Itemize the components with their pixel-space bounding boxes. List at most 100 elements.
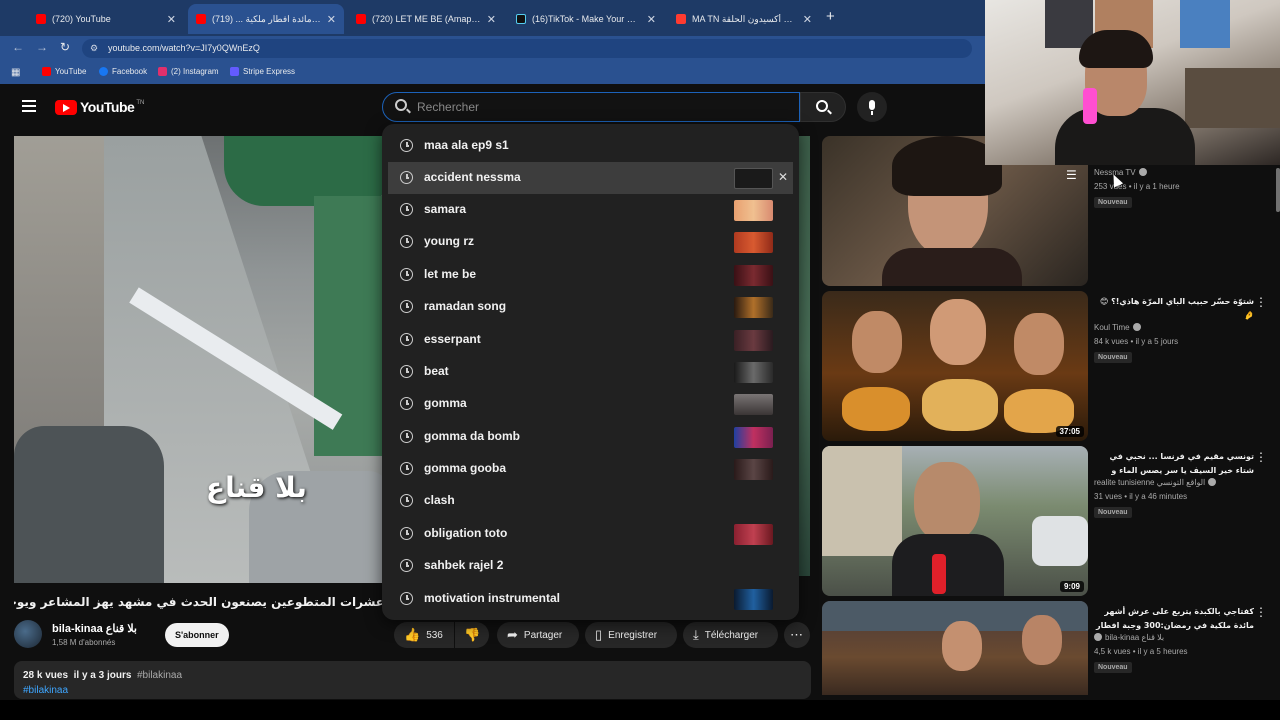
history-icon <box>400 139 413 152</box>
recommended-video[interactable]: 9:09 تونسي مقيم في فرنسا ... نحبي في شتا… <box>822 446 1278 596</box>
new-tab-button[interactable]: + <box>826 8 835 25</box>
recommended-video[interactable]: كفتاجي بالكبدة يتربع على عرش أشهر مائدة … <box>822 601 1278 695</box>
suggestion-item[interactable]: esserpant <box>388 324 793 356</box>
suggestion-item[interactable]: young rz <box>388 226 793 258</box>
channel-name[interactable]: bila-kinaa بلا قناع <box>52 622 137 635</box>
suggestion-thumbnail <box>734 459 773 480</box>
site-info-icon[interactable]: ⚙ <box>90 39 98 58</box>
share-button[interactable]: ➦ Partager <box>497 622 579 648</box>
hashtag-inline[interactable]: #bilakinaa <box>137 670 182 681</box>
suggestion-thumbnail <box>734 200 773 221</box>
suggestion-thumbnail <box>734 330 773 351</box>
site-favicon-icon <box>676 14 686 24</box>
hashtag-link[interactable]: #bilakinaa <box>23 685 68 696</box>
like-button[interactable]: 👍 536 <box>394 622 454 648</box>
close-icon[interactable]: ✕ <box>487 13 496 26</box>
suggestion-item[interactable]: beat <box>388 356 793 388</box>
suggestion-item[interactable]: maa ala ep9 s1 <box>388 130 793 162</box>
bookmark-item[interactable]: YouTube <box>42 67 86 76</box>
apps-grid-icon[interactable]: ▦ <box>11 67 20 78</box>
browser-tab[interactable]: (720) LET ME BE (Amapiano Dance) ✕ <box>348 4 504 34</box>
bookmark-item[interactable]: Stripe Express <box>230 67 295 76</box>
recommended-channel[interactable]: Koul Time <box>1094 323 1141 332</box>
recommended-channel[interactable]: Nessma TV <box>1094 168 1147 177</box>
youtube-logo[interactable]: YouTube TN <box>55 99 144 115</box>
video-meta: 28 k vues il y a 3 jours #bilakinaa <box>23 670 182 681</box>
save-button[interactable]: ▯ Enregistrer <box>585 622 677 648</box>
new-badge: Nouveau <box>1094 352 1132 363</box>
suggestion-item[interactable]: let me be <box>388 259 793 291</box>
close-icon[interactable]: ✕ <box>803 13 812 26</box>
browser-tab[interactable]: MA TN مسلسل أكسيدون الحلقة ✕ <box>668 4 820 34</box>
scrollbar[interactable] <box>1276 168 1280 212</box>
new-badge: Nouveau <box>1094 197 1132 208</box>
search-button[interactable] <box>800 92 846 122</box>
suggestion-thumbnail <box>734 297 773 318</box>
browser-tab-active[interactable]: أطول مائدة افطار ملكية ... (719) ✕ <box>188 4 344 34</box>
suggestion-label: gomma <box>424 396 467 410</box>
more-vertical-icon[interactable]: ⋮ <box>1255 605 1267 619</box>
video-thumbnail[interactable]: 37:05 <box>822 291 1088 441</box>
recommended-title[interactable]: تونسي مقيم في فرنسا ... نحبي في شتاء خير… <box>1094 450 1255 478</box>
dislike-button[interactable]: 👎 <box>455 622 489 648</box>
voice-search-button[interactable] <box>857 92 887 122</box>
reload-icon[interactable]: ↻ <box>60 40 70 54</box>
suggestion-item-highlighted[interactable]: accident nessma ✕ <box>388 162 793 194</box>
more-vertical-icon[interactable]: ⋮ <box>1255 295 1267 309</box>
forward-arrow-icon[interactable]: → <box>36 40 48 54</box>
remove-icon[interactable]: ✕ <box>778 170 788 184</box>
suggestion-item[interactable]: gomma da bomb <box>388 421 793 453</box>
recommended-video[interactable]: 37:05 شتوّة حسّر حبيب الباي المرّة هاذي!… <box>822 291 1278 441</box>
suggestion-item[interactable]: clash <box>388 485 793 517</box>
download-button[interactable]: ⤓ Télécharger <box>683 622 778 648</box>
upload-date: il y a 3 jours <box>73 670 132 681</box>
recommended-title[interactable]: شتوّة حسّر حبيب الباي المرّة هاذي!؟ 😊 🤌 <box>1094 295 1254 323</box>
history-icon <box>400 592 413 605</box>
more-horizontal-icon: ⋯ <box>790 627 803 642</box>
history-icon <box>400 235 413 248</box>
close-icon[interactable]: ✕ <box>327 13 336 26</box>
recommended-title[interactable]: كفتاجي بالكبدة يتربع على عرش أشهر مائدة … <box>1094 605 1254 633</box>
more-vertical-icon[interactable]: ⋮ <box>1255 450 1267 464</box>
suggestion-item[interactable]: samara <box>388 194 793 226</box>
search-suggestions-dropdown: maa ala ep9 s1 accident nessma ✕ samara … <box>382 124 799 620</box>
browser-tab[interactable]: (16)TikTok - Make Your Day ✕ <box>508 4 664 34</box>
suggestion-thumbnail <box>734 232 773 253</box>
channel-avatar[interactable] <box>14 620 42 648</box>
browser-tab[interactable]: (720) YouTube ✕ <box>28 4 184 34</box>
suggestion-item[interactable]: gomma gooba <box>388 453 793 485</box>
save-label: Enregistrer <box>608 629 658 641</box>
search-box[interactable] <box>382 92 800 122</box>
subscribe-button[interactable]: S'abonner <box>165 623 229 647</box>
suggestion-label: obligation toto <box>424 526 508 540</box>
video-description[interactable]: 28 k vues il y a 3 jours #bilakinaa #bil… <box>14 661 811 699</box>
verified-icon <box>1138 168 1147 176</box>
more-actions-button[interactable]: ⋯ <box>784 622 810 648</box>
back-arrow-icon[interactable]: ← <box>12 40 24 54</box>
recommended-channel[interactable]: realite tunisienne الواقع التونسي <box>1094 478 1217 487</box>
close-icon[interactable]: ✕ <box>167 13 176 26</box>
search-input[interactable] <box>417 98 777 116</box>
suggestion-item[interactable]: gomma <box>388 388 793 420</box>
recommended-channel[interactable]: bila-kinaa بلا قناع <box>1094 633 1164 642</box>
suggestion-item[interactable]: motivation instrumental <box>388 583 793 615</box>
thumbs-up-icon: 👍 <box>404 627 421 642</box>
suggestion-label: gomma da bomb <box>424 429 521 443</box>
suggestion-label: maa ala ep9 s1 <box>424 138 509 152</box>
bookmark-item[interactable]: (2) Instagram <box>158 67 219 76</box>
suggestion-item[interactable]: obligation toto <box>388 518 793 550</box>
video-player[interactable]: بلا قناع <box>14 136 382 583</box>
close-icon[interactable]: ✕ <box>647 13 656 26</box>
suggestion-item[interactable]: sahbek rajel 2 <box>388 550 793 582</box>
video-thumbnail[interactable]: 9:09 <box>822 446 1088 596</box>
suggestion-label: beat <box>424 364 449 378</box>
add-to-queue-icon[interactable]: ☰ <box>1066 168 1080 182</box>
suggestion-item[interactable]: ramadan song <box>388 291 793 323</box>
url-field[interactable]: ⚙ youtube.com/watch?v=JI7y0QWnEzQ <box>82 39 972 58</box>
video-thumbnail[interactable] <box>822 601 1088 695</box>
share-label: Partager <box>523 629 563 641</box>
history-icon <box>400 300 413 313</box>
hamburger-menu-icon[interactable] <box>22 100 36 112</box>
like-count: 536 <box>426 629 443 641</box>
bookmark-item[interactable]: Facebook <box>99 67 147 76</box>
